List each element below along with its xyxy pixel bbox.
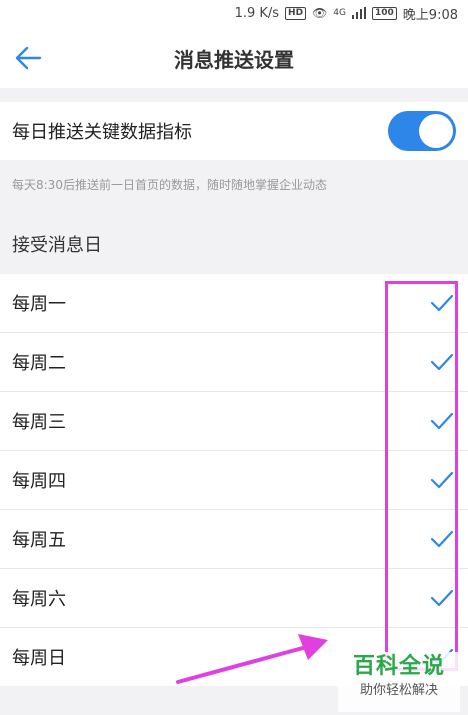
daily-push-label: 每日推送关键数据指标 xyxy=(12,122,192,143)
day-label: 每周六 xyxy=(12,589,66,610)
check-icon xyxy=(430,353,454,371)
day-row-friday[interactable]: 每周五 xyxy=(0,510,468,569)
day-row-tuesday[interactable]: 每周二 xyxy=(0,333,468,392)
check-icon xyxy=(430,530,454,548)
day-row-wednesday[interactable]: 每周三 xyxy=(0,392,468,451)
watermark-logo: 百科全说 助你轻松解决 xyxy=(338,652,460,712)
status-bar: 1.9 K/s HD 👁 4G 100 晚上9:08 xyxy=(0,0,468,26)
check-icon xyxy=(430,294,454,312)
day-label: 每周一 xyxy=(12,294,66,315)
toggle-knob xyxy=(419,114,453,148)
daily-push-description: 每天8:30后推送前一日首页的数据，随时随地掌握企业动态 xyxy=(12,178,327,192)
receive-days-heading: 接受消息日 xyxy=(12,235,102,256)
signal-icon xyxy=(352,7,366,19)
day-label: 每周三 xyxy=(12,412,66,433)
day-label: 每周四 xyxy=(12,471,66,492)
day-label: 每周五 xyxy=(12,530,66,551)
day-list: 每周一 每周二 每周三 每周四 每周五 每周六 每周日 xyxy=(0,274,468,686)
day-row-saturday[interactable]: 每周六 xyxy=(0,569,468,628)
day-row-monday[interactable]: 每周一 xyxy=(0,274,468,333)
eye-icon: 👁 xyxy=(312,6,328,20)
hd-badge: HD xyxy=(285,6,307,20)
day-label: 每周二 xyxy=(12,353,66,374)
check-icon xyxy=(430,412,454,430)
daily-push-toggle[interactable] xyxy=(388,111,456,151)
divider xyxy=(0,88,468,102)
day-label: 每周日 xyxy=(12,648,66,669)
day-row-thursday[interactable]: 每周四 xyxy=(0,451,468,510)
watermark-title: 百科全说 xyxy=(352,654,445,679)
watermark-subtitle: 助你轻松解决 xyxy=(359,683,438,698)
check-icon xyxy=(430,589,454,607)
network-speed: 1.9 K/s xyxy=(234,5,280,21)
check-icon xyxy=(430,471,454,489)
page-title: 消息推送设置 xyxy=(174,48,294,72)
clock: 晚上9:08 xyxy=(402,7,458,23)
daily-push-row: 每日推送关键数据指标 xyxy=(0,102,468,160)
battery-icon: 100 xyxy=(372,6,397,20)
nav-bar: 消息推送设置 xyxy=(0,26,468,88)
network-type: 4G xyxy=(333,8,346,18)
